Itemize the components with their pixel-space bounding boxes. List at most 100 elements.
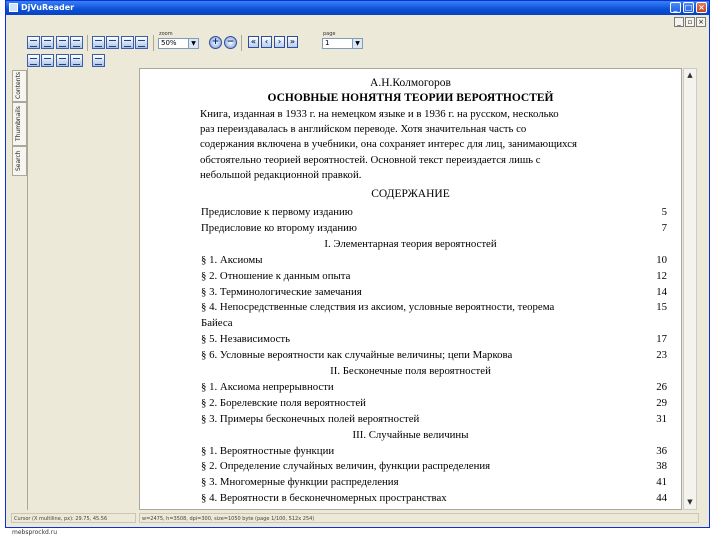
toolbar-separator	[241, 35, 242, 51]
first-page-icon[interactable]: «	[248, 36, 259, 48]
two-pages-icon[interactable]	[135, 36, 148, 49]
toolbar: zoom 50% ▼ + − « ‹ › » page 1 ▼	[6, 30, 709, 68]
toc-entry-page: 44	[656, 492, 667, 505]
toc-entry-page: 29	[656, 396, 667, 409]
toc-entry-title: § 3. Терминологические замечания	[201, 285, 362, 298]
fit-width-icon[interactable]	[106, 36, 119, 49]
document-view[interactable]: А.Н.Колмогоров ОСНОВНЫЕ НОНЯТНЯ ТЕОРИИ В…	[139, 68, 682, 510]
save-icon[interactable]	[56, 36, 69, 49]
zoom-value: 50%	[161, 39, 177, 47]
toc-part-heading: I. Элементарная теория вероятностей	[324, 237, 497, 250]
scroll-down-icon[interactable]: ▼	[685, 497, 695, 507]
toc-entry-page: 36	[656, 444, 667, 457]
toc-entry-title: § 2. Борелевские поля вероятностей	[201, 396, 366, 409]
last-page-icon[interactable]: »	[287, 36, 298, 48]
toc-entry-page: 31	[656, 412, 667, 425]
page-select[interactable]: 1 ▼	[322, 38, 363, 49]
footer-text: mebsprockd.ru	[12, 529, 58, 536]
single-page-icon[interactable]	[27, 54, 40, 67]
close-button[interactable]: ×	[696, 2, 707, 13]
print-icon[interactable]	[70, 36, 83, 49]
toc-entry-page: 5	[661, 206, 667, 218]
open-file-icon[interactable]	[27, 36, 40, 49]
toc-entry-title: § 2. Отношение к данным опыта	[201, 269, 351, 282]
text-mode-icon[interactable]	[70, 54, 83, 67]
open-folder-icon[interactable]	[41, 36, 54, 49]
toc-part-heading: III. Случайные величины	[352, 428, 469, 441]
toc-row: § 1. Вероятностные функции 36	[201, 444, 667, 459]
facing-icon[interactable]	[56, 54, 69, 67]
toc-row: § 2. Отношение к данным опыта 12	[201, 269, 667, 284]
status-bar: Cursor (X multiline, px): 29.75, 45.56 w…	[11, 512, 703, 526]
app-icon	[9, 3, 18, 12]
toc-entry-page: 12	[656, 269, 667, 282]
toc-entry-title: § 1. Аксиомы	[201, 253, 263, 266]
toc-entry-page: 41	[656, 476, 667, 489]
tab-contents[interactable]: Contents	[12, 70, 27, 102]
zoom-out-icon[interactable]: −	[224, 36, 237, 49]
intro-paragraph: Книга, изданная в 1933 г. на немецком яз…	[200, 107, 675, 183]
doc-close-button[interactable]: ×	[696, 17, 706, 27]
toc-row: § 5. Независимость 17	[201, 332, 667, 347]
toc-row: Предисловие ко второму изданию 7	[201, 221, 667, 236]
vertical-scrollbar[interactable]: ▲ ▼	[683, 68, 697, 510]
toc-entry-page: 7	[661, 221, 667, 234]
sidebar: Contents Thumbnails Search	[11, 68, 28, 510]
continuous-icon[interactable]	[41, 54, 54, 67]
previous-page-icon[interactable]: ‹	[261, 36, 272, 48]
paragraph-line: небольшой редакционной правкой.	[200, 168, 362, 181]
toc-row: § 4. Вероятности в бесконечномерных прос…	[201, 491, 667, 506]
toc-row: § 3. Многомерные функции распределения 41	[201, 475, 667, 490]
maximize-button[interactable]: □	[683, 2, 694, 13]
toc-entry-page: 15	[656, 301, 667, 314]
actual-size-icon[interactable]	[121, 36, 134, 49]
zoom-in-icon[interactable]: +	[209, 36, 222, 49]
toc-entry-title: § 4. Вероятности в бесконечномерных прос…	[201, 492, 447, 505]
page-label: page	[323, 31, 336, 37]
toc-row: § 3. Примеры бесконечных полей вероятнос…	[201, 412, 667, 427]
toc-entry-title: § 1. Аксиома непрерывности	[201, 380, 334, 393]
title-bar[interactable]: DjVuReader _ □ ×	[6, 1, 709, 15]
tab-thumbnails[interactable]: Thumbnails	[12, 102, 27, 146]
tab-search[interactable]: Search	[12, 146, 27, 176]
toc-part-heading: II. Бесконечные поля вероятностей	[330, 365, 491, 377]
toc-entry-title: Предисловие ко второму изданию	[201, 221, 357, 234]
toc-entry-title: § 2. Определение случайных величин, функ…	[201, 460, 491, 473]
toc-entry-title: § 4. Непосредственные следствия из аксио…	[201, 301, 555, 314]
toc-entry-title: § 5. Независимость	[201, 333, 291, 346]
toc-row: § 3. Терминологические замечания 14	[201, 285, 667, 300]
zoom-label: zoom	[159, 31, 173, 37]
page-value: 1	[325, 39, 330, 47]
toc-entry-page: 10	[656, 253, 667, 266]
document-title: ОСНОВНЫЕ НОНЯТНЯ ТЕОРИИ ВЕРОЯТНОСТЕЙ	[267, 92, 554, 104]
window-title: DjVuReader	[21, 3, 75, 12]
status-cursor: Cursor (X multiline, px): 29.75, 45.56	[11, 513, 136, 523]
sidebar-panel	[28, 68, 138, 510]
menu-bar: _ ▫ ×	[6, 15, 709, 30]
contents-heading: СОДЕРЖАНИЕ	[371, 188, 450, 200]
zoom-select[interactable]: 50% ▼	[158, 38, 199, 49]
fit-page-icon[interactable]	[92, 36, 105, 49]
paragraph-line: обстоятельно теорией вероятностей. Основ…	[200, 153, 541, 166]
paragraph-line: содержания включена в учебники, она сохр…	[200, 138, 578, 151]
toolbar-separator	[153, 35, 154, 51]
chevron-down-icon[interactable]: ▼	[188, 39, 198, 48]
toolbar-separator	[87, 35, 88, 51]
toc-entry-title: § 6. Условные вероятности как случайные …	[201, 349, 513, 362]
settings-icon[interactable]	[92, 54, 105, 67]
chevron-down-icon[interactable]: ▼	[352, 39, 362, 48]
toc-row: § 6. Условные вероятности как случайные …	[201, 348, 667, 363]
toc-entry-page: 38	[656, 460, 667, 473]
toc-row: Предисловие к первому изданию 5	[201, 205, 667, 220]
toc-row: § 1. Аксиомы 10	[201, 253, 667, 268]
document-author: А.Н.Колмогоров	[370, 77, 451, 89]
toc-row: § 1. Аксиома непрерывности 26	[201, 380, 667, 395]
status-document-info: w=2475, h=3508, dpi=300, size=1050 byte …	[139, 513, 699, 523]
doc-minimize-button[interactable]: _	[674, 17, 684, 27]
minimize-button[interactable]: _	[670, 2, 681, 13]
toc-entry-page: 23	[656, 349, 667, 362]
next-page-icon[interactable]: ›	[274, 36, 285, 48]
toc-entry-title: § 3. Примеры бесконечных полей вероятнос…	[201, 412, 420, 425]
doc-restore-button[interactable]: ▫	[685, 17, 695, 27]
scroll-up-icon[interactable]: ▲	[685, 70, 695, 80]
